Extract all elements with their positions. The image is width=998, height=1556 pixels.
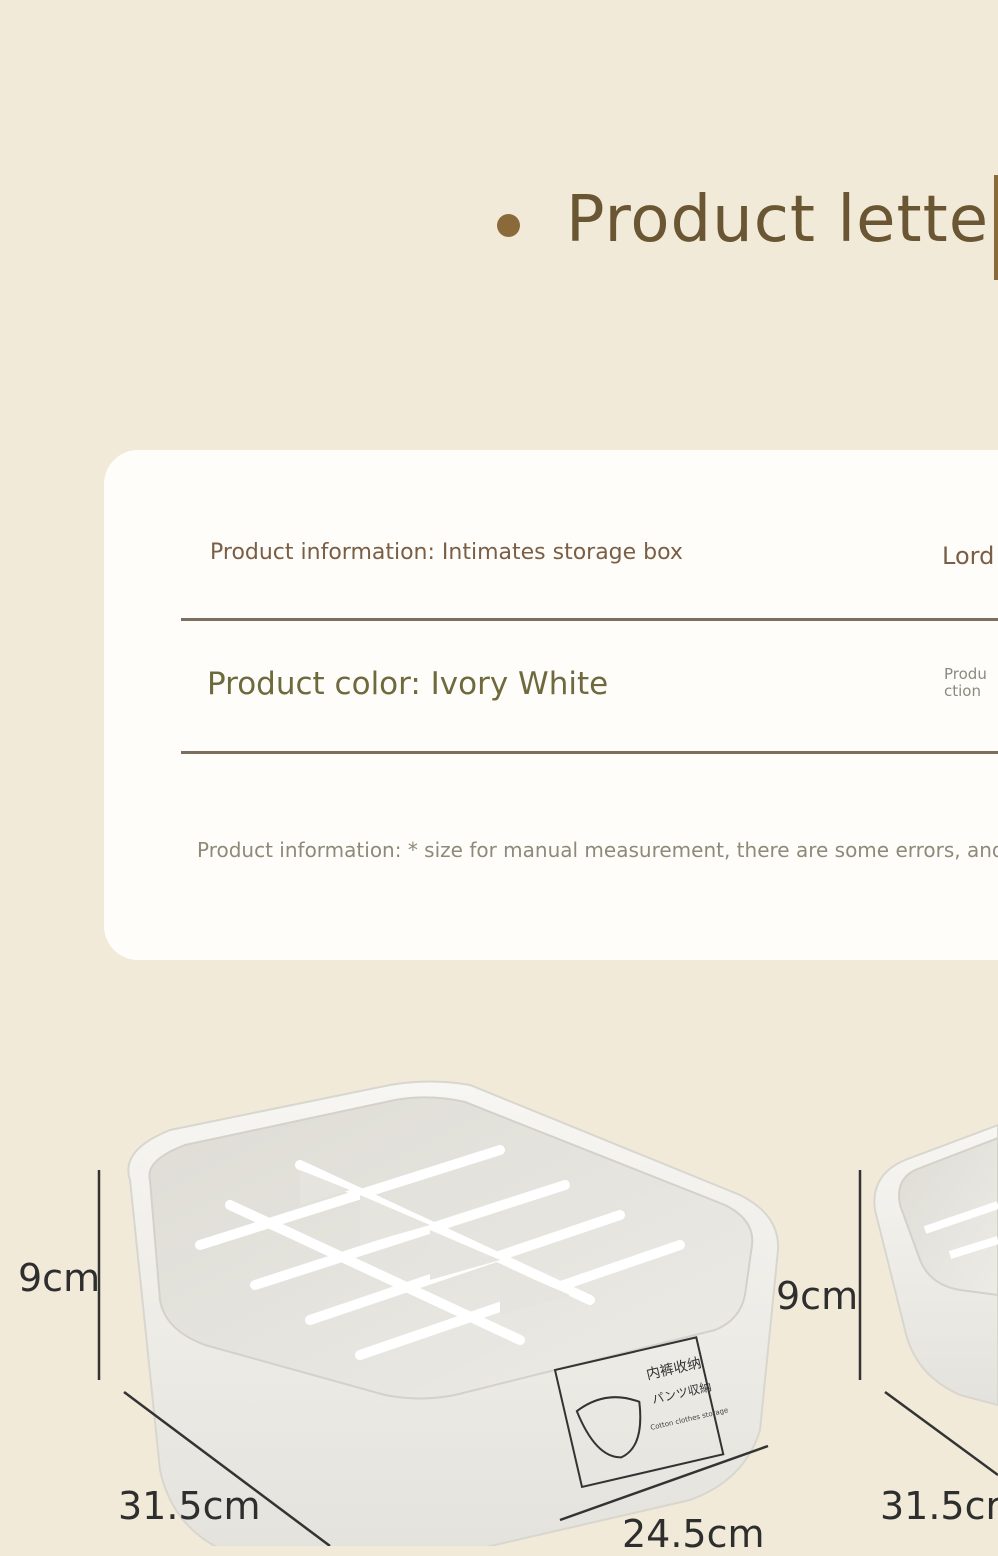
length-left-label: 31.5cm (118, 1484, 261, 1528)
measurement-note: Product information: * size for manual m… (197, 838, 998, 862)
height-right-label: 9cm (776, 1274, 859, 1318)
product-info-label: Product information: Intimates storage b… (210, 540, 683, 565)
product-color-label: Product color: Ivory White (207, 666, 609, 702)
page-title: Product letter (566, 183, 998, 257)
height-left-label: 9cm (18, 1256, 101, 1300)
title-bullet-icon (497, 214, 520, 237)
divider (181, 618, 998, 621)
side-label: Produ ction (944, 666, 994, 700)
width-label: 24.5cm (622, 1512, 765, 1556)
info-card (104, 450, 998, 960)
brand-label: Lord (942, 542, 995, 570)
title-accent-bar (994, 175, 998, 280)
side-label-line2: ction (944, 682, 981, 700)
side-label-line1: Produ (944, 665, 987, 683)
divider (181, 751, 998, 754)
length-right-label: 31.5cr (880, 1484, 998, 1528)
